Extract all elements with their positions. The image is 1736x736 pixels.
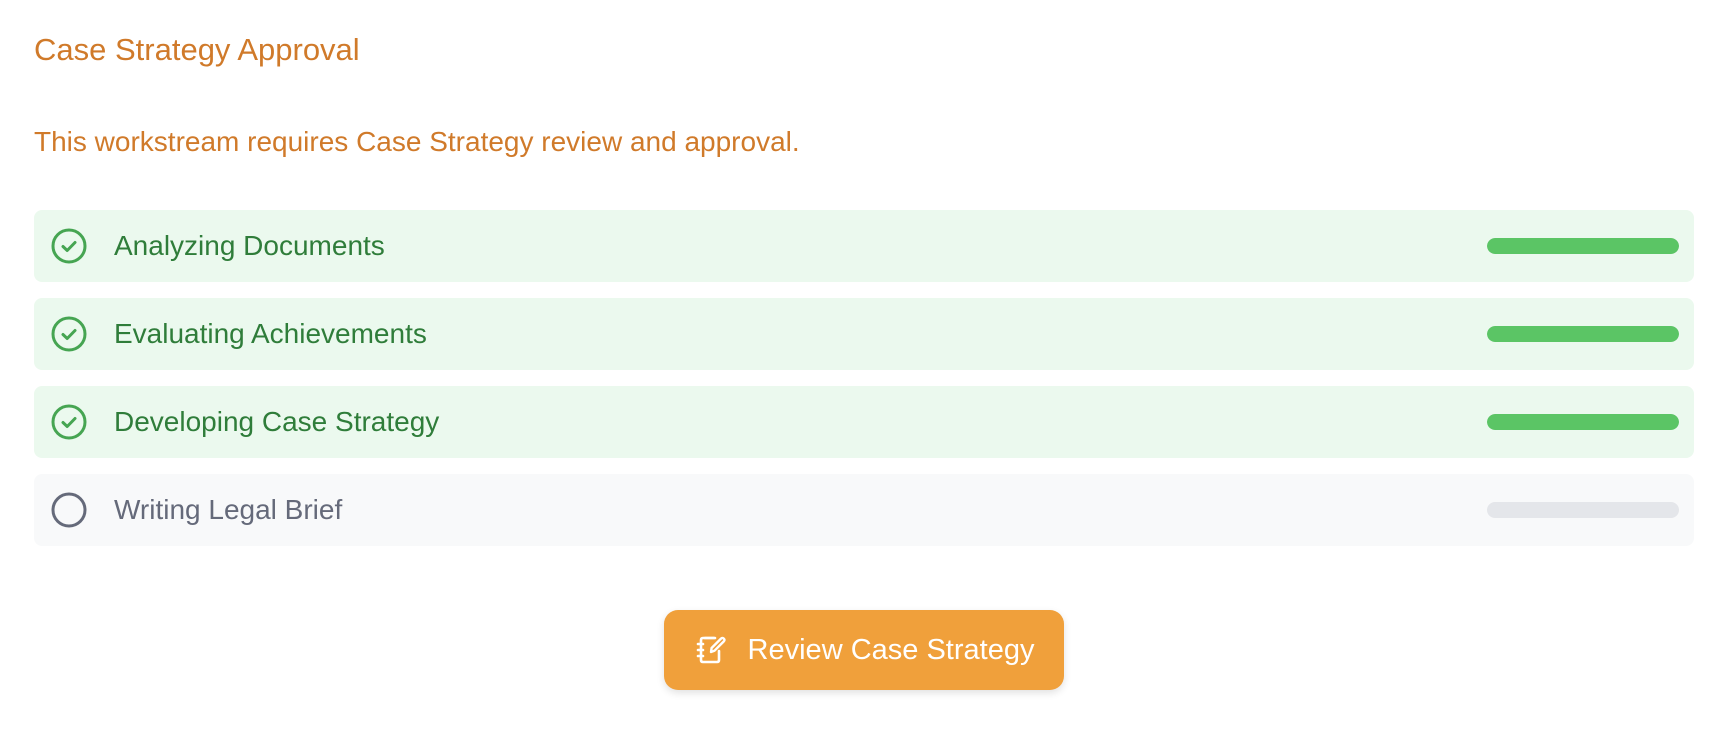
- step-progress-bar: [1487, 238, 1679, 254]
- page-description: This workstream requires Case Strategy r…: [34, 126, 800, 157]
- step-progress-bar: [1487, 414, 1679, 430]
- step-item-analyzing-documents: Analyzing Documents: [34, 210, 1694, 282]
- step-label: Evaluating Achievements: [114, 318, 427, 349]
- step-progress-bar: [1487, 502, 1679, 518]
- step-label: Developing Case Strategy: [114, 406, 440, 437]
- review-case-strategy-button[interactable]: Review Case Strategy: [664, 610, 1064, 690]
- step-list: Analyzing Documents Evaluating Achieveme…: [34, 210, 1694, 562]
- step-label: Analyzing Documents: [114, 230, 385, 261]
- step-item-developing-case-strategy: Developing Case Strategy: [34, 386, 1694, 458]
- step-item-evaluating-achievements: Evaluating Achievements: [34, 298, 1694, 370]
- edit-notebook-icon: [694, 633, 728, 667]
- check-circle-icon: [51, 404, 87, 440]
- step-progress-fill: [1487, 326, 1679, 342]
- check-circle-icon: [51, 228, 87, 264]
- step-progress-fill: [1487, 414, 1679, 430]
- step-label: Writing Legal Brief: [114, 494, 343, 525]
- page-title: Case Strategy Approval: [34, 32, 360, 67]
- step-progress-fill: [1487, 238, 1679, 254]
- step-progress-bar: [1487, 326, 1679, 342]
- check-circle-icon: [51, 316, 87, 352]
- review-button-label: Review Case Strategy: [747, 633, 1035, 666]
- empty-circle-icon: [51, 492, 87, 528]
- step-item-writing-legal-brief: Writing Legal Brief: [34, 474, 1694, 546]
